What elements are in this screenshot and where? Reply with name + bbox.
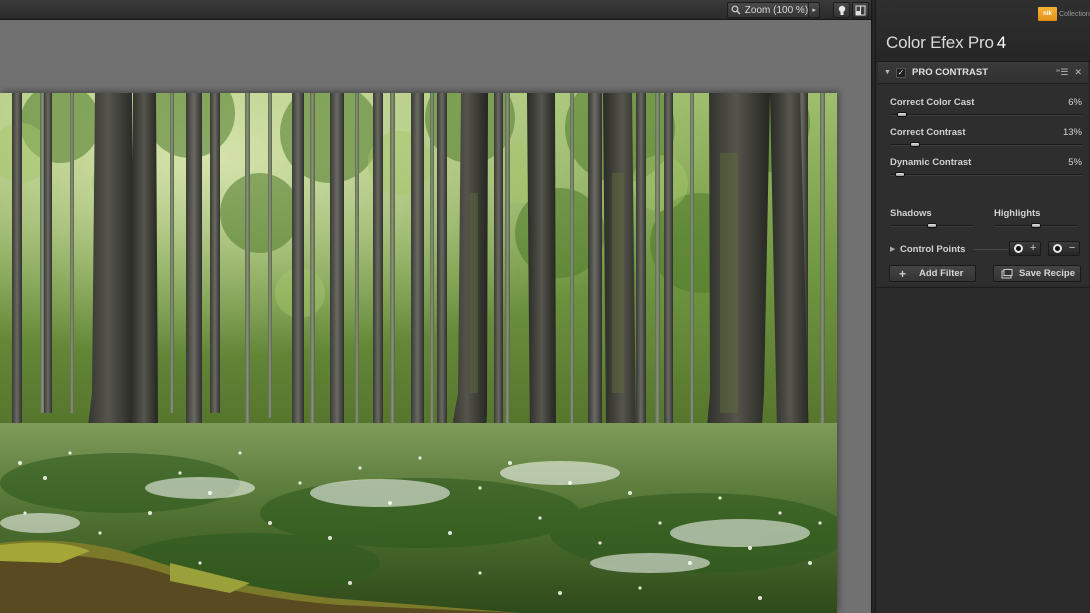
add-filter-button[interactable]: + Add Filter bbox=[889, 265, 976, 282]
preview-canvas[interactable] bbox=[0, 20, 871, 613]
slider-knob[interactable] bbox=[894, 172, 905, 177]
slider-track[interactable] bbox=[890, 172, 1082, 177]
control-point-icon bbox=[1052, 244, 1062, 253]
brand-header: nik Collection Color Efex Pro 4 bbox=[876, 0, 1090, 62]
slider-knob[interactable] bbox=[896, 112, 907, 117]
slider-label: Highlights bbox=[994, 208, 1041, 219]
filter-enable-checkbox[interactable]: ✓ bbox=[896, 67, 906, 78]
slider-knob[interactable] bbox=[927, 223, 937, 228]
preview-toolbar: Zoom (100 %) ▸ bbox=[0, 0, 871, 20]
forest-photo[interactable] bbox=[0, 93, 837, 613]
control-points-row[interactable]: ▶ Control Points + − bbox=[878, 240, 1088, 258]
add-control-point-button[interactable]: + bbox=[1009, 241, 1041, 256]
minus-icon: − bbox=[1068, 242, 1076, 254]
plus-icon: + bbox=[1029, 242, 1037, 254]
collection-label: Collection bbox=[1059, 11, 1090, 18]
slider-label: Dynamic Contrast bbox=[890, 157, 972, 168]
filter-panel: nik Collection Color Efex Pro 4 ▼ ✓ PRO C… bbox=[876, 0, 1090, 613]
expand-triangle-icon[interactable]: ▶ bbox=[890, 245, 900, 253]
slider-label: Correct Contrast bbox=[890, 127, 966, 138]
search-icon bbox=[731, 5, 743, 15]
panel-empty-area bbox=[876, 287, 1090, 613]
recipe-icon bbox=[1001, 268, 1015, 279]
filter-header[interactable]: ▼ ✓ PRO CONTRAST ⁼☰ ✕ bbox=[878, 62, 1088, 84]
slider-shadows[interactable]: Shadows bbox=[890, 208, 974, 232]
add-filter-label: Add Filter bbox=[919, 268, 964, 279]
slider-knob[interactable] bbox=[909, 142, 920, 147]
slider-value: 6% bbox=[1068, 97, 1082, 108]
app-name: Color Efex Pro bbox=[886, 33, 994, 52]
slider-correct-color-cast[interactable]: Correct Color Cast 6% bbox=[890, 97, 1082, 121]
zoom-label: Zoom (100 %) bbox=[744, 4, 809, 16]
filter-actions: + Add Filter Save Recipe bbox=[878, 261, 1088, 285]
filter-menu-icon[interactable]: ⁼☰ bbox=[1056, 67, 1069, 78]
lightbulb-button[interactable] bbox=[833, 2, 850, 18]
subtract-control-point-button[interactable]: − bbox=[1048, 241, 1080, 256]
slider-highlights[interactable]: Highlights bbox=[994, 208, 1078, 232]
control-point-icon bbox=[1013, 244, 1023, 253]
compare-icon bbox=[855, 5, 866, 15]
lightbulb-icon bbox=[838, 5, 845, 15]
collapse-triangle-icon[interactable]: ▼ bbox=[884, 69, 896, 76]
zoom-dropdown-arrow[interactable]: ▸ bbox=[808, 3, 819, 17]
close-icon[interactable]: ✕ bbox=[1074, 67, 1082, 78]
slider-value: 5% bbox=[1068, 157, 1082, 168]
slider-value: 13% bbox=[1062, 127, 1082, 138]
compare-view-button[interactable] bbox=[852, 2, 869, 18]
divider-line bbox=[974, 249, 1008, 250]
slider-label: Shadows bbox=[890, 208, 932, 219]
slider-track[interactable] bbox=[890, 142, 1082, 147]
filter-name: PRO CONTRAST bbox=[912, 67, 988, 78]
slider-track[interactable] bbox=[994, 223, 1078, 228]
app-version: 4 bbox=[996, 33, 1007, 52]
app-title: Color Efex Pro 4 bbox=[886, 33, 1006, 53]
plus-icon: + bbox=[899, 266, 907, 281]
save-recipe-label: Save Recipe bbox=[1019, 268, 1075, 279]
filter-controls: Correct Color Cast 6% Correct Contrast 1… bbox=[878, 85, 1088, 285]
slider-dynamic-contrast[interactable]: Dynamic Contrast 5% bbox=[890, 157, 1082, 181]
zoom-control[interactable]: Zoom (100 %) ▸ bbox=[727, 2, 820, 18]
control-points-label: Control Points bbox=[900, 243, 966, 255]
slider-label: Correct Color Cast bbox=[890, 97, 975, 108]
slider-track[interactable] bbox=[890, 112, 1082, 117]
nik-logo: nik bbox=[1038, 7, 1057, 21]
slider-track[interactable] bbox=[890, 223, 974, 228]
slider-knob[interactable] bbox=[1031, 223, 1041, 228]
save-recipe-button[interactable]: Save Recipe bbox=[993, 265, 1081, 282]
slider-correct-contrast[interactable]: Correct Contrast 13% bbox=[890, 127, 1082, 151]
